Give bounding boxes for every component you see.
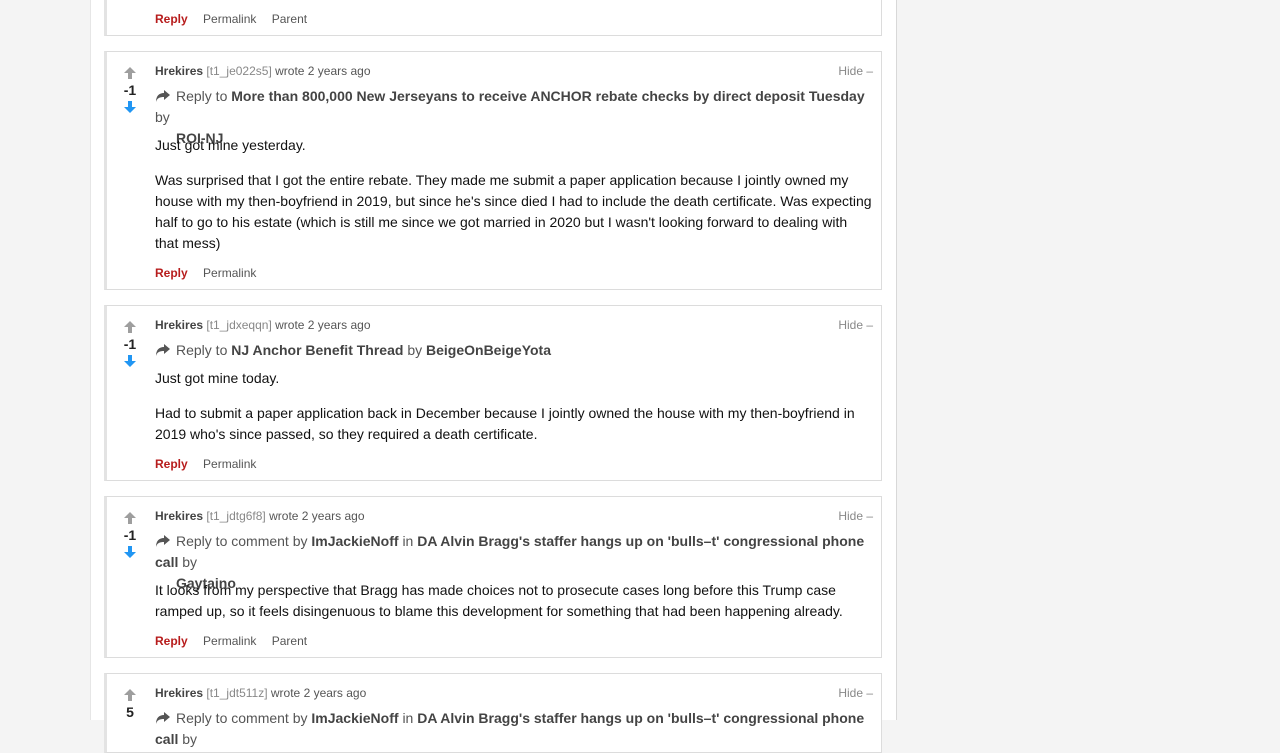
comment-body: It looks from my perspective that Bragg … bbox=[155, 580, 873, 636]
in-label: in bbox=[402, 710, 414, 726]
reply-prefix: Reply to comment by bbox=[176, 533, 308, 549]
vote-controls: -1 bbox=[118, 66, 142, 114]
downvote-arrow-icon[interactable] bbox=[123, 354, 137, 368]
vote-controls: 5 bbox=[118, 688, 142, 722]
comment-meta: Hrekires [t1_jdtg6f8] wrote 2 years ago … bbox=[155, 509, 873, 523]
comment-author-link[interactable]: ImJackieNoff bbox=[311, 533, 398, 549]
parent-link[interactable]: Parent bbox=[272, 12, 307, 26]
comment-id: [t1_jdxeqqn] bbox=[206, 318, 272, 332]
reply-link[interactable]: Reply bbox=[155, 634, 188, 648]
by-label: by bbox=[407, 342, 423, 358]
comment-actions: Reply Permalink Parent bbox=[155, 12, 319, 26]
vote-controls: -1 bbox=[118, 320, 142, 368]
permalink-link[interactable]: Permalink bbox=[203, 266, 256, 280]
comment-paragraph: It looks from my perspective that Bragg … bbox=[155, 582, 843, 619]
comment-paragraph: Just got mine yesterday. bbox=[155, 137, 306, 153]
by-label: by bbox=[155, 109, 170, 125]
permalink-link[interactable]: Permalink bbox=[203, 12, 256, 26]
comment-id: [t1_je022s5] bbox=[206, 64, 272, 78]
hide-button[interactable]: Hide – bbox=[838, 686, 873, 700]
upvote-arrow-icon[interactable] bbox=[123, 320, 137, 334]
post-author-link[interactable]: BeigeOnBeigeYota bbox=[426, 342, 551, 358]
comment-author-link[interactable]: ImJackieNoff bbox=[311, 710, 398, 726]
score: -1 bbox=[123, 336, 137, 352]
author-link[interactable]: Hrekires bbox=[155, 64, 203, 78]
comment-actions: Reply Permalink bbox=[155, 457, 268, 471]
hide-button[interactable]: Hide – bbox=[838, 509, 873, 523]
reply-link[interactable]: Reply bbox=[155, 12, 188, 26]
comment-card: -1 Hrekires [t1_jdxeqqn] wrote 2 years a… bbox=[104, 305, 882, 481]
comment-card: -1 Hrekires [t1_jdtg6f8] wrote 2 years a… bbox=[104, 496, 882, 658]
score: 5 bbox=[126, 704, 134, 720]
author-link[interactable]: Hrekires bbox=[155, 686, 203, 700]
author-link[interactable]: Hrekires bbox=[155, 509, 203, 523]
comment-paragraph: Had to submit a paper application back i… bbox=[155, 405, 855, 442]
post-title-link[interactable]: More than 800,000 New Jerseyans to recei… bbox=[231, 88, 864, 104]
post-title-link[interactable]: NJ Anchor Benefit Thread bbox=[231, 342, 403, 358]
timestamp[interactable]: wrote 2 years ago bbox=[275, 318, 370, 332]
comment-actions: Reply Permalink Parent bbox=[155, 634, 319, 648]
timestamp[interactable]: wrote 2 years ago bbox=[275, 64, 370, 78]
reply-context: Reply to comment by ImJackieNoff in DA A… bbox=[155, 708, 873, 750]
timestamp[interactable]: wrote 2 years ago bbox=[271, 686, 366, 700]
reply-arrow-icon bbox=[156, 535, 170, 547]
reply-arrow-icon bbox=[156, 90, 170, 102]
reply-arrow-icon bbox=[156, 344, 170, 356]
permalink-link[interactable]: Permalink bbox=[203, 634, 256, 648]
comment-meta: Hrekires [t1_jdxeqqn] wrote 2 years ago … bbox=[155, 318, 873, 332]
comment-meta: Hrekires [t1_je022s5] wrote 2 years ago … bbox=[155, 64, 873, 78]
hide-button[interactable]: Hide – bbox=[838, 318, 873, 332]
reply-arrow-icon bbox=[156, 712, 170, 724]
downvote-arrow-icon[interactable] bbox=[123, 100, 137, 114]
score: -1 bbox=[123, 527, 137, 543]
comment-meta: Hrekires [t1_jdt511z] wrote 2 years ago … bbox=[155, 686, 873, 700]
comment-paragraph: Was surprised that I got the entire reba… bbox=[155, 172, 872, 251]
comment-paragraph: Just got mine today. bbox=[155, 370, 280, 386]
reply-prefix: Reply to bbox=[176, 88, 228, 104]
reply-link[interactable]: Reply bbox=[155, 457, 188, 471]
timestamp[interactable]: wrote 2 years ago bbox=[269, 509, 364, 523]
downvote-arrow-icon[interactable] bbox=[123, 545, 137, 559]
upvote-arrow-icon[interactable] bbox=[123, 511, 137, 525]
permalink-link[interactable]: Permalink bbox=[203, 457, 256, 471]
score: -1 bbox=[123, 82, 137, 98]
comment-body: Just got mine yesterday. Was surprised t… bbox=[155, 135, 873, 268]
comment-card: 5 Hrekires [t1_jdt511z] wrote 2 years ag… bbox=[104, 673, 882, 753]
comment-card: -1 Hrekires [t1_je022s5] wrote 2 years a… bbox=[104, 51, 882, 290]
reply-link[interactable]: Reply bbox=[155, 266, 188, 280]
comment-body: Just got mine today. Had to submit a pap… bbox=[155, 368, 873, 459]
reply-prefix: Reply to bbox=[176, 342, 228, 358]
hide-button[interactable]: Hide – bbox=[838, 64, 873, 78]
vote-controls: -1 bbox=[118, 511, 142, 559]
in-label: in bbox=[402, 533, 414, 549]
by-label: by bbox=[182, 731, 198, 747]
reply-prefix: Reply to comment by bbox=[176, 710, 308, 726]
comment-id: [t1_jdtg6f8] bbox=[206, 509, 266, 523]
upvote-arrow-icon[interactable] bbox=[123, 688, 137, 702]
author-link[interactable]: Hrekires bbox=[155, 318, 203, 332]
parent-link[interactable]: Parent bbox=[272, 634, 307, 648]
by-label: by bbox=[182, 554, 198, 570]
comment-actions: Reply Permalink bbox=[155, 266, 268, 280]
comment-card-partial: Reply Permalink Parent bbox=[104, 0, 882, 36]
upvote-arrow-icon[interactable] bbox=[123, 66, 137, 80]
comment-id: [t1_jdt511z] bbox=[206, 686, 268, 700]
reply-context: Reply to NJ Anchor Benefit Thread by Bei… bbox=[155, 340, 873, 361]
